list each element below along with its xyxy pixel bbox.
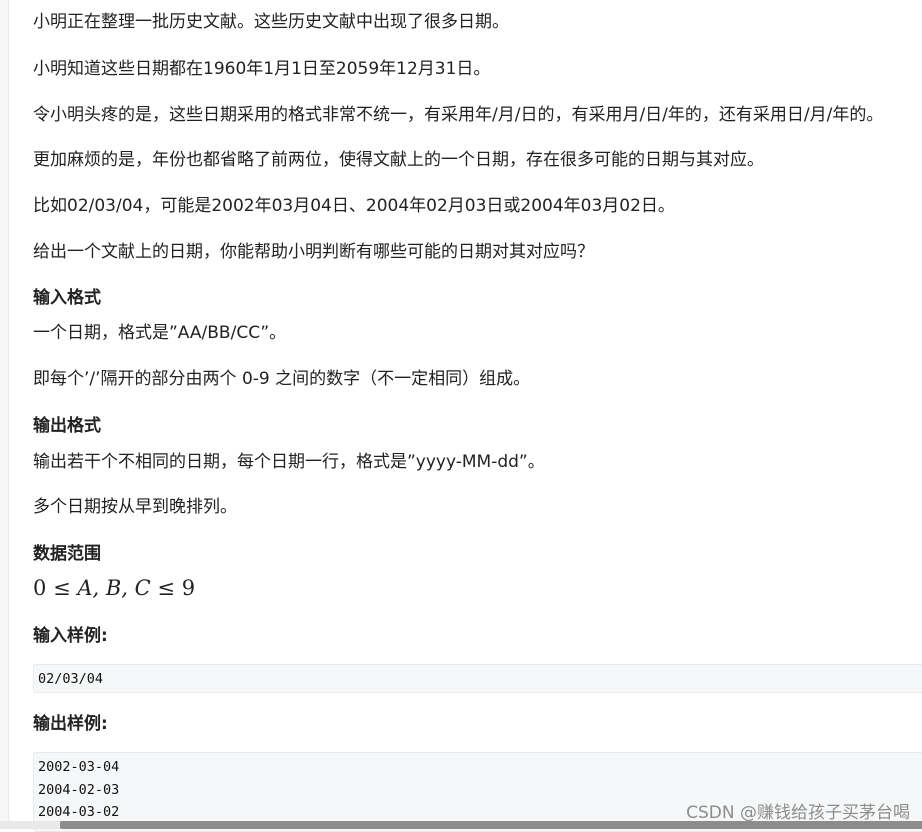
sample-input-heading: 输入样例:: [33, 626, 108, 646]
sample-output-heading: 输出样例:: [33, 714, 108, 734]
paragraph-formats: 令小明头疼的是，这些日期采用的格式非常不统一，有采用年/月/日的，有采用月/日/…: [33, 105, 884, 125]
left-gutter: [0, 0, 9, 829]
output-format-line: 输出若干个不相同的日期，每个日期一行，格式是”yyyy-MM-dd”。: [33, 452, 545, 472]
code-line: 02/03/04: [38, 671, 104, 687]
data-range-formula: 0 ≤ A, B, C ≤ 9: [33, 574, 195, 602]
csdn-watermark: CSDN @赚钱给孩子买茅台喝: [686, 803, 910, 823]
paragraph-date-range: 小明知道这些日期都在1960年1月1日至2059年12月31日。: [33, 59, 491, 79]
math-upper-bound: 9: [181, 576, 196, 600]
math-variables: A, B, C: [77, 576, 151, 600]
data-range-heading: 数据范围: [33, 544, 101, 564]
scrollbar-thumb[interactable]: [60, 821, 922, 829]
paragraph-intro: 小明正在整理一批历史文献。这些历史文献中出现了很多日期。: [33, 12, 509, 32]
paragraph-question: 给出一个文献上的日期，你能帮助小明判断有哪些可能的日期对其对应吗？: [33, 242, 594, 262]
math-le-symbol: ≤: [157, 576, 176, 600]
output-format-line: 多个日期按从早到晚排列。: [33, 497, 237, 517]
code-line: 2002-03-04: [38, 759, 120, 775]
input-format-line: 一个日期，格式是”AA/BB/CC”。: [33, 323, 287, 343]
sample-input-code-block: 02/03/04: [33, 664, 922, 693]
output-format-heading: 输出格式: [33, 416, 101, 436]
math-le-symbol: ≤: [53, 576, 71, 600]
input-format-line: 即每个’/’隔开的部分由两个 0-9 之间的数字（不一定相同）组成。: [33, 369, 531, 389]
input-format-heading: 输入格式: [33, 288, 101, 308]
paragraph-ambiguity: 更加麻烦的是，年份也都省略了前两位，使得文献上的一个日期，存在很多可能的日期与其…: [33, 150, 764, 170]
paragraph-example: 比如02/03/04，可能是2002年03月04日、2004年02月03日或20…: [33, 196, 675, 216]
horizontal-scrollbar[interactable]: [0, 821, 922, 829]
math-lower-bound: 0: [33, 576, 47, 600]
